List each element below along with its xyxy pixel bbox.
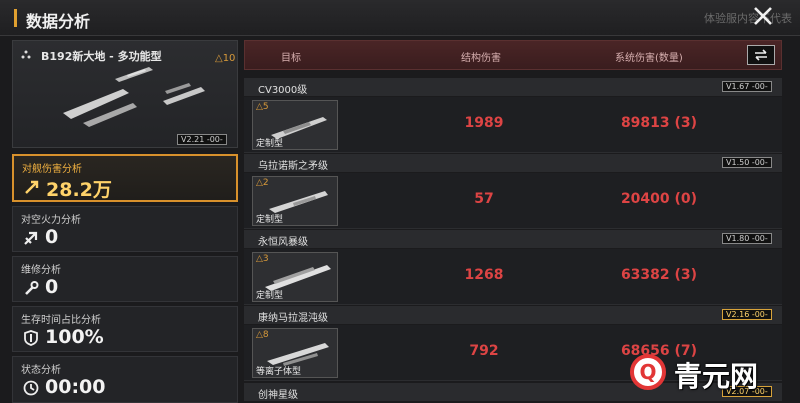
ship-level: △10 [215, 53, 236, 64]
damage-table: 目标 结构伤害 系统伤害(数量) CV3000级 V1.67 -00- △5 定… [244, 40, 782, 403]
damage-icon [25, 180, 39, 194]
stat-value: 100% [45, 326, 104, 348]
table-row[interactable]: △3 定制型 1268 63382 (3) [244, 249, 782, 305]
stat-anti-air[interactable]: 对空火力分析 0 [12, 206, 238, 252]
ship-class-header: 康纳马拉混沌级 V2.16 -00- [244, 306, 782, 324]
stat-label: 对空火力分析 [21, 215, 81, 226]
wrench-icon [25, 281, 39, 295]
system-damage-value: 89813 (3) [620, 115, 698, 131]
ship-class-header: 乌拉诺斯之矛级 V1.50 -00- [244, 154, 782, 172]
ship-thumbnail: △2 定制型 [252, 176, 338, 226]
ship-class-header: CV3000级 V1.67 -00- [244, 78, 782, 96]
stat-ship-damage[interactable]: 对舰伤害分析 28.2万 [12, 154, 238, 202]
col-system-damage: 系统伤害(数量) [615, 53, 683, 64]
ship-card: B192新大地 - 多功能型 △10 V2.21 -00- [12, 40, 238, 148]
ship-kind: 定制型 [256, 215, 284, 225]
stat-value: 00:00 [45, 376, 106, 398]
col-target: 目标 [281, 53, 301, 64]
structure-damage-value: 792 [469, 343, 499, 359]
close-icon[interactable] [752, 5, 774, 27]
ship-class-name: 乌拉诺斯之矛级 [258, 161, 328, 172]
version-tag: V1.50 -00- [722, 157, 772, 168]
version-tag: V1.80 -00- [722, 233, 772, 244]
anti-air-icon [24, 231, 38, 245]
table-row[interactable]: △5 定制型 1989 89813 (3) [244, 97, 782, 153]
col-structure-damage: 结构伤害 [461, 53, 501, 64]
system-damage-value: 63382 (3) [620, 267, 698, 283]
ship-class-name: 康纳马拉混沌级 [258, 313, 328, 324]
brand-name: 青元网 [674, 360, 759, 393]
left-panel: B192新大地 - 多功能型 △10 V2.21 -00- 对舰伤害分析 28.… [12, 40, 238, 403]
clock-icon [23, 380, 39, 396]
system-damage-value: 20400 (0) [620, 191, 698, 207]
stat-value: 0 [45, 276, 59, 298]
ship-class-name: 创神星级 [258, 390, 298, 401]
ship-thumbnail: △5 定制型 [252, 100, 338, 150]
ship-class-name: 永恒风暴级 [258, 237, 308, 248]
ship-formation-image [63, 67, 205, 127]
site-watermark-logo: Q 青元网 [630, 352, 790, 394]
stat-value: 28.2万 [46, 179, 112, 201]
ship-kind: 定制型 [256, 139, 284, 149]
ship-thumbnail: △3 定制型 [252, 252, 338, 302]
stat-label: 对舰伤害分析 [22, 164, 82, 175]
ship-class-name: CV3000级 [258, 85, 308, 96]
stat-label: 生存时间占比分析 [21, 315, 101, 326]
shield-icon [24, 330, 38, 346]
stat-survival[interactable]: 生存时间占比分析 100% [12, 306, 238, 352]
title-bar: 数据分析 体验服内容不代表 [0, 0, 800, 36]
stat-status[interactable]: 状态分析 00:00 [12, 356, 238, 403]
table-header: 目标 结构伤害 系统伤害(数量) [244, 40, 782, 70]
ship-kind: 定制型 [256, 291, 284, 301]
structure-damage-value: 1268 [464, 267, 504, 283]
title-accent [14, 9, 17, 27]
fleet-icon [21, 50, 31, 63]
version-tag: V1.67 -00- [722, 81, 772, 92]
stat-value: 0 [45, 226, 59, 248]
ship-kind: 等离子体型 [256, 367, 302, 377]
brand-logo-icon: Q [630, 354, 666, 390]
ship-class-header: 永恒风暴级 V1.80 -00- [244, 230, 782, 248]
structure-damage-value: 57 [474, 191, 494, 207]
swap-toggle-button[interactable] [747, 45, 775, 65]
stat-label: 状态分析 [21, 365, 61, 376]
swap-icon [755, 49, 767, 61]
table-row[interactable]: △2 定制型 57 20400 (0) [244, 173, 782, 229]
watermark-text: 体验服内容不代表 [704, 12, 792, 25]
ship-thumbnail: △8 等离子体型 [252, 328, 338, 378]
stat-label: 维修分析 [21, 265, 61, 276]
structure-damage-value: 1989 [464, 115, 504, 131]
stat-repair[interactable]: 维修分析 0 [12, 256, 238, 302]
version-tag: V2.16 -00- [722, 309, 772, 320]
ship-version-tag: V2.21 -00- [177, 134, 227, 145]
page-title: 数据分析 [26, 12, 91, 31]
